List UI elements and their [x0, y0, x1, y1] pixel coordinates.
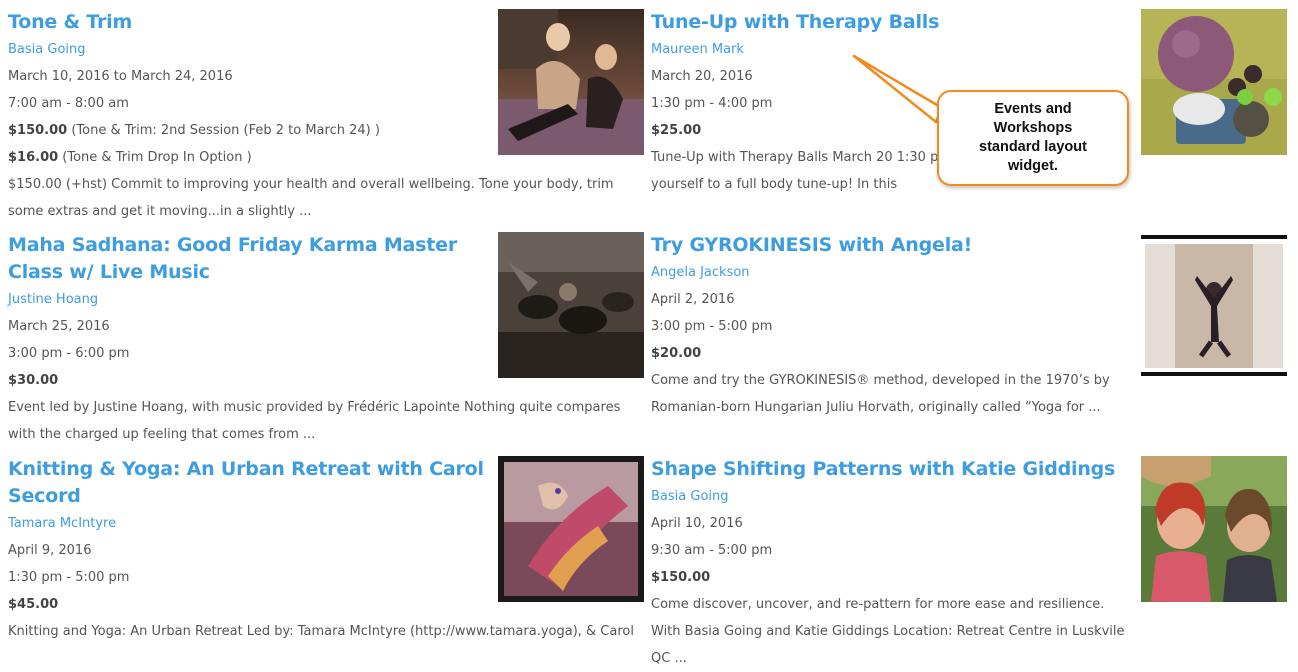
event-price: $150.00 (Tone & Trim: 2nd Session (Feb 2… — [8, 117, 488, 144]
event-description: $150.00 (+hst) Commit to improving your … — [8, 177, 614, 219]
event-date: April 10, 2016 — [651, 516, 743, 531]
event-time: 7:00 am - 8:00 am — [8, 96, 129, 111]
event-card: Shape Shifting Patterns with Katie Giddi… — [651, 456, 1131, 672]
event-thumbnail[interactable] — [498, 232, 644, 378]
event-organizer[interactable]: Justine Hoang — [8, 286, 488, 313]
event-title[interactable]: Knitting & Yoga: An Urban Retreat with C… — [8, 456, 488, 510]
price-note: (Tone & Trim: 2nd Session (Feb 2 to Marc… — [67, 123, 380, 138]
price-amount: $16.00 — [8, 150, 59, 165]
price-amount: $45.00 — [8, 597, 59, 612]
price-amount: $150.00 — [651, 570, 711, 585]
event-date: March 10, 2016 to March 24, 2016 — [8, 69, 233, 84]
price-amount: $30.00 — [8, 373, 59, 388]
event-thumbnail[interactable] — [1141, 456, 1287, 602]
event-description: Come and try the GYROKINESIS® method, de… — [651, 373, 1110, 415]
event-time: 3:00 pm - 5:00 pm — [651, 319, 773, 334]
event-organizer[interactable]: Tamara McIntyre — [8, 510, 488, 537]
event-organizer[interactable]: Angela Jackson — [651, 259, 1131, 286]
callout-pointer — [852, 54, 944, 124]
event-date: April 2, 2016 — [651, 292, 735, 307]
event-thumbnail[interactable] — [1141, 9, 1287, 155]
event-card: Knitting & Yoga: An Urban Retreat with C… — [8, 456, 634, 645]
event-card: Try GYROKINESIS with Angela! Angela Jack… — [651, 232, 1131, 421]
event-thumbnail[interactable] — [498, 456, 644, 602]
event-date: April 9, 2016 — [8, 543, 92, 558]
event-description: Knitting and Yoga: An Urban Retreat Led … — [8, 624, 634, 639]
event-price: $20.00 — [651, 340, 1131, 367]
event-card: Maha Sadhana: Good Friday Karma Master C… — [8, 232, 620, 448]
event-title[interactable]: Tone & Trim — [8, 9, 488, 36]
event-title[interactable]: Maha Sadhana: Good Friday Karma Master C… — [8, 232, 488, 286]
instructors-portrait-photo-icon — [1141, 456, 1287, 602]
event-title[interactable]: Tune-Up with Therapy Balls — [651, 9, 1131, 36]
event-card: Tone & Trim Basia Going March 10, 2016 t… — [8, 9, 614, 225]
callout-text: Events and Workshops standard layout wid… — [979, 101, 1087, 174]
event-thumbnail[interactable] — [498, 9, 644, 155]
price-amount: $25.00 — [651, 123, 702, 138]
therapy-balls-photo-icon — [1141, 9, 1287, 155]
event-time: 1:30 pm - 5:00 pm — [8, 570, 130, 585]
event-price: $16.00 (Tone & Trim Drop In Option ) — [8, 144, 488, 171]
event-organizer[interactable]: Basia Going — [8, 36, 488, 63]
event-description: Event led by Justine Hoang, with music p… — [8, 400, 621, 442]
event-title[interactable]: Shape Shifting Patterns with Katie Giddi… — [651, 456, 1131, 483]
fitness-class-photo-icon — [498, 9, 644, 155]
event-organizer[interactable]: Basia Going — [651, 483, 1131, 510]
price-amount: $20.00 — [651, 346, 702, 361]
event-thumbnail[interactable] — [1141, 232, 1287, 378]
event-time: 9:30 am - 5:00 pm — [651, 543, 773, 558]
event-date: March 25, 2016 — [8, 319, 110, 334]
event-title[interactable]: Try GYROKINESIS with Angela! — [651, 232, 1131, 259]
event-description: Come discover, uncover, and re-pattern f… — [651, 597, 1125, 666]
event-time: 3:00 pm - 6:00 pm — [8, 346, 130, 361]
event-price: $30.00 — [8, 367, 488, 394]
callout-annotation: Events and Workshops standard layout wid… — [937, 90, 1129, 186]
gyrokinesis-photo-icon — [1141, 232, 1287, 378]
knitting-yoga-photo-icon — [498, 456, 644, 602]
price-amount: $150.00 — [8, 123, 68, 138]
event-description: Tune-Up with Therapy Balls March 20 1:30… — [651, 150, 951, 192]
yoga-class-photo-icon — [498, 232, 644, 378]
event-price: $45.00 — [8, 591, 488, 618]
event-price: $150.00 — [651, 564, 1131, 591]
price-note: (Tone & Trim Drop In Option ) — [58, 150, 252, 165]
